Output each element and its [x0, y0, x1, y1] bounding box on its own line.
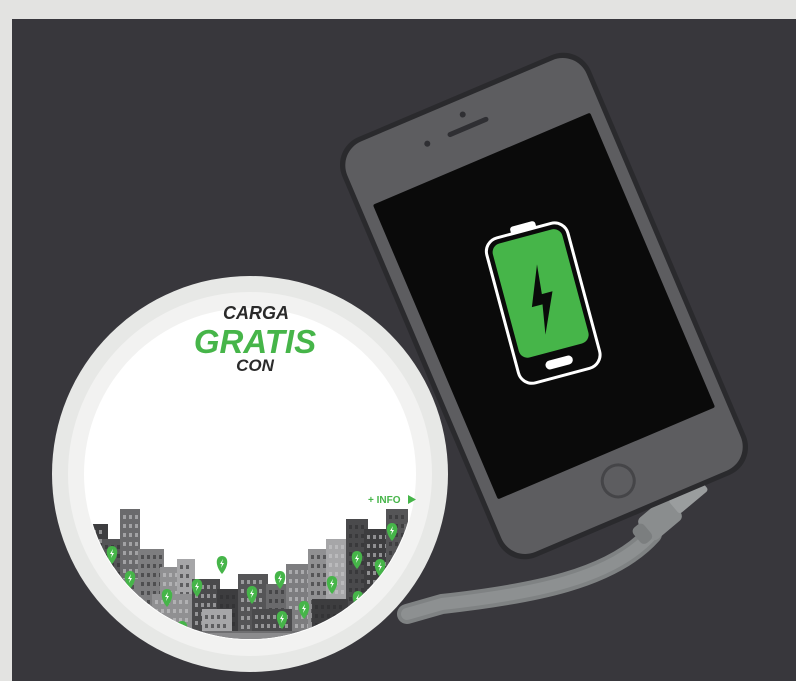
headline-gratis: GRATIS [194, 323, 316, 360]
headline-con: CON [236, 356, 275, 375]
building [202, 609, 232, 634]
illustration: CARGA GRATIS CON + INFO [52, 52, 749, 672]
headline-carga: CARGA [223, 303, 289, 323]
info-link-label[interactable]: + INFO [368, 495, 401, 506]
ad-banner: CARGA GRATIS CON + INFO [12, 19, 796, 681]
